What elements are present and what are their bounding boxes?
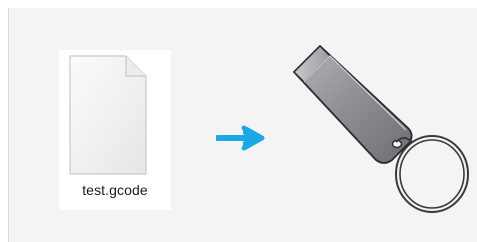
illustration: test.gcode [0,0,477,242]
file-name-label: test.gcode [82,182,148,198]
blank-document-icon [69,55,147,175]
file-card: test.gcode [59,50,171,210]
usb-flash-drive-icon [293,45,469,213]
arrow-right-icon [216,125,265,151]
